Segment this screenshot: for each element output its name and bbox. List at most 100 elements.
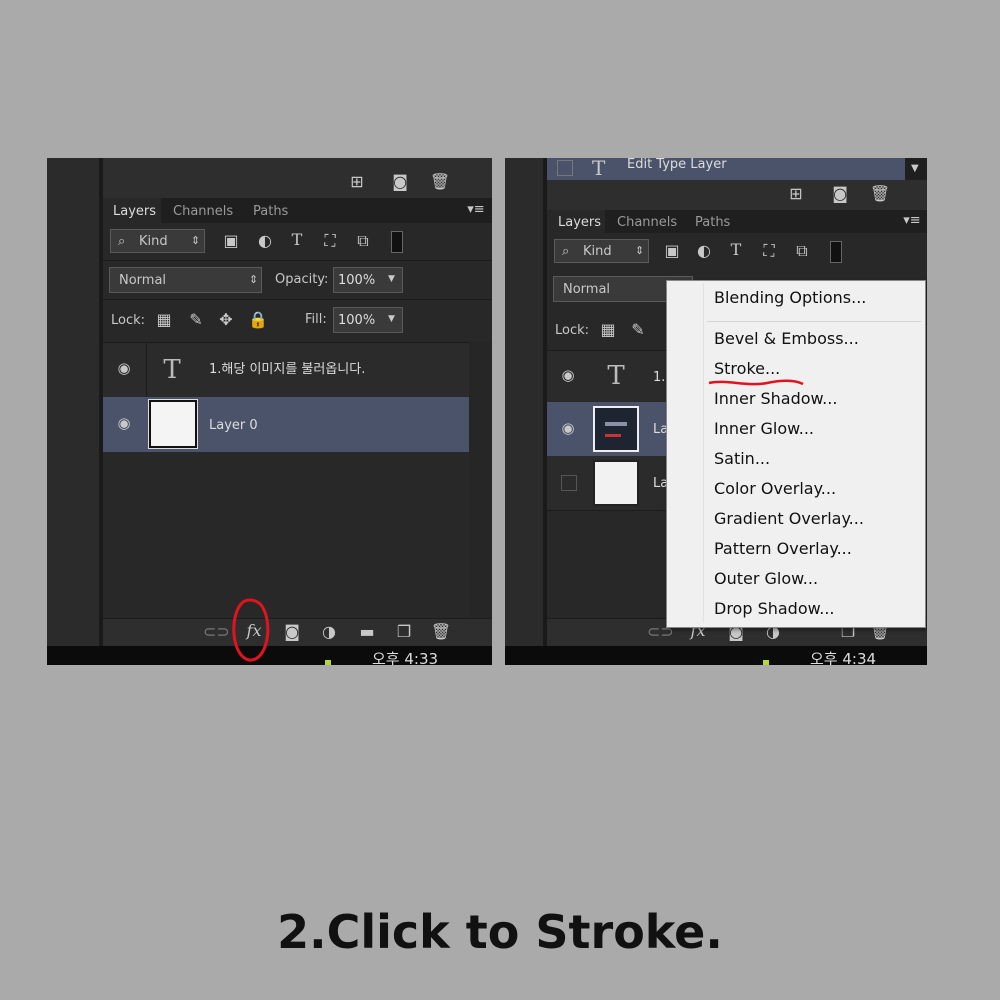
filter-toggle[interactable] (391, 231, 403, 253)
new-group-icon[interactable]: ⊞ (785, 186, 807, 202)
type-filter-icon[interactable]: T (287, 232, 307, 248)
lock-transparency-icon[interactable]: ▦ (599, 322, 617, 338)
tab-channels[interactable]: Channels (173, 205, 233, 218)
image-filter-icon[interactable]: ▣ (221, 233, 241, 249)
eye-icon[interactable]: ◉ (557, 421, 579, 436)
tab-paths[interactable]: Paths (695, 216, 730, 229)
top-panel-bar: ⊞ ◙ 🗑 (103, 158, 492, 198)
menu-item-gradient-overlay[interactable]: Gradient Overlay... (714, 511, 864, 527)
fill-label: Fill: (305, 312, 327, 327)
layer-thumbnail (148, 399, 198, 449)
top-layer-row[interactable]: T Edit Type Layer (547, 158, 905, 180)
blend-mode-select[interactable]: Normal ⇕ (109, 267, 262, 293)
annotation-circle (232, 598, 270, 662)
chevron-updown-icon: ⇕ (191, 234, 201, 247)
lock-transparency-icon[interactable]: ▦ (155, 312, 173, 328)
kind-label: Kind (583, 244, 612, 259)
adjustment-filter-icon[interactable]: ◐ (694, 243, 714, 259)
lock-brush-icon[interactable]: ✎ (629, 322, 647, 338)
fill-value: 100% (338, 313, 376, 328)
search-icon: ⌕ (118, 234, 126, 249)
tab-channels[interactable]: Channels (617, 216, 677, 229)
eye-icon[interactable]: ◉ (113, 361, 135, 376)
chevron-updown-icon: ⇕ (249, 273, 259, 286)
menu-gutter (703, 283, 704, 623)
menu-item-blending-options[interactable]: Blending Options... (714, 290, 866, 306)
menu-item-inner-shadow[interactable]: Inner Shadow... (714, 391, 837, 407)
menu-item-outer-glow[interactable]: Outer Glow... (714, 571, 818, 587)
chevron-down-icon: ▼ (388, 274, 395, 284)
panel-menu-icon[interactable]: ▾≡ (901, 214, 923, 227)
layer-style-menu[interactable]: Blending Options... Bevel & Emboss... St… (666, 280, 926, 628)
camera-icon[interactable]: ◙ (829, 186, 851, 202)
menu-item-color-overlay[interactable]: Color Overlay... (714, 481, 836, 497)
image-filter-icon[interactable]: ▣ (662, 243, 682, 259)
tab-layers[interactable]: Layers (558, 216, 601, 229)
menu-separator (707, 321, 921, 322)
eye-icon[interactable]: ◉ (113, 416, 135, 431)
scrollbar-track[interactable] (469, 342, 492, 618)
status-dot (763, 660, 769, 665)
menu-item-bevel-emboss[interactable]: Bevel & Emboss... (714, 331, 859, 347)
visibility-box[interactable] (561, 475, 577, 491)
top-panel: T Edit Type Layer ▼ ⊞ ◙ 🗑 (547, 158, 927, 210)
row-divider (103, 260, 492, 261)
text-layer-icon: T (163, 355, 181, 385)
trash-icon[interactable]: 🗑 (869, 186, 891, 202)
clock: 오후 4:33 (372, 650, 439, 666)
thumbnail-accent (605, 422, 627, 426)
layer-thumbnail (593, 406, 639, 452)
tab-paths[interactable]: Paths (253, 205, 288, 218)
type-filter-icon[interactable]: T (726, 242, 746, 258)
folder-icon[interactable]: ▬ (356, 624, 378, 640)
layer-name: Layer 0 (209, 418, 258, 433)
shape-filter-icon[interactable]: ⛶ (320, 233, 340, 249)
camera-icon[interactable]: ◙ (389, 174, 411, 190)
fill-field[interactable]: 100% ▼ (333, 307, 403, 333)
lock-brush-icon[interactable]: ✎ (187, 312, 205, 328)
link-icon[interactable]: ⊂⊃ (203, 624, 230, 640)
new-group-icon[interactable]: ⊞ (346, 174, 368, 190)
menu-item-stroke[interactable]: Stroke... (714, 361, 780, 377)
panel-menu-icon[interactable]: ▾≡ (465, 203, 487, 216)
new-layer-icon[interactable]: ❐ (393, 624, 415, 640)
scrollbar[interactable]: ▼ (905, 158, 927, 180)
blend-mode-value: Normal (119, 273, 167, 288)
trash-icon[interactable]: 🗑 (430, 624, 452, 640)
menu-item-pattern-overlay[interactable]: Pattern Overlay... (714, 541, 852, 557)
chevron-down-icon: ▼ (911, 163, 919, 174)
kind-filter[interactable]: ⌕ Kind ⇕ (110, 229, 205, 253)
lock-all-icon[interactable]: 🔒 (248, 312, 268, 328)
filter-toggle[interactable] (830, 241, 842, 263)
kind-label: Kind (139, 234, 168, 249)
top-layer-name: Edit Type Layer (627, 158, 727, 172)
layer-row[interactable]: ◉ T 1.해당 이미지를 불러옵니다. (103, 342, 469, 398)
opacity-field[interactable]: 100% ▼ (333, 267, 403, 293)
clock: 오후 4:34 (810, 650, 877, 666)
lock-move-icon[interactable]: ✥ (217, 312, 235, 328)
status-dot (325, 660, 331, 665)
menu-item-satin[interactable]: Satin... (714, 451, 770, 467)
blend-mode-value: Normal (563, 282, 611, 297)
adjustment-filter-icon[interactable]: ◐ (255, 233, 275, 249)
trash-icon[interactable]: 🗑 (429, 174, 451, 190)
shape-filter-icon[interactable]: ⛶ (759, 243, 779, 259)
menu-item-drop-shadow[interactable]: Drop Shadow... (714, 601, 835, 617)
kind-filter[interactable]: ⌕ Kind ⇕ (554, 239, 649, 263)
menu-item-inner-glow[interactable]: Inner Glow... (714, 421, 814, 437)
chevron-down-icon: ▼ (388, 314, 395, 324)
step-caption: 2.Click to Stroke. (277, 905, 723, 959)
tab-layers[interactable]: Layers (113, 205, 156, 218)
eye-icon[interactable]: ◉ (557, 368, 579, 383)
smart-filter-icon[interactable]: ⧉ (792, 243, 812, 259)
layer-thumbnail (593, 460, 639, 506)
layer-row-selected[interactable]: ◉ Layer 0 (103, 397, 469, 452)
right-screenshot: T Edit Type Layer ▼ ⊞ ◙ 🗑 Layers Channel… (505, 158, 927, 665)
layers-bottom-bar: ⊂⊃ fx ◙ ◑ ▬ ❐ 🗑 (103, 618, 492, 646)
mask-icon[interactable]: ◙ (281, 624, 303, 640)
smart-filter-icon[interactable]: ⧉ (353, 233, 373, 249)
visibility-box[interactable] (557, 160, 573, 176)
layer-name-partial: 1. (653, 370, 666, 385)
lock-label: Lock: (111, 313, 146, 328)
adjustment-icon[interactable]: ◑ (318, 624, 340, 640)
